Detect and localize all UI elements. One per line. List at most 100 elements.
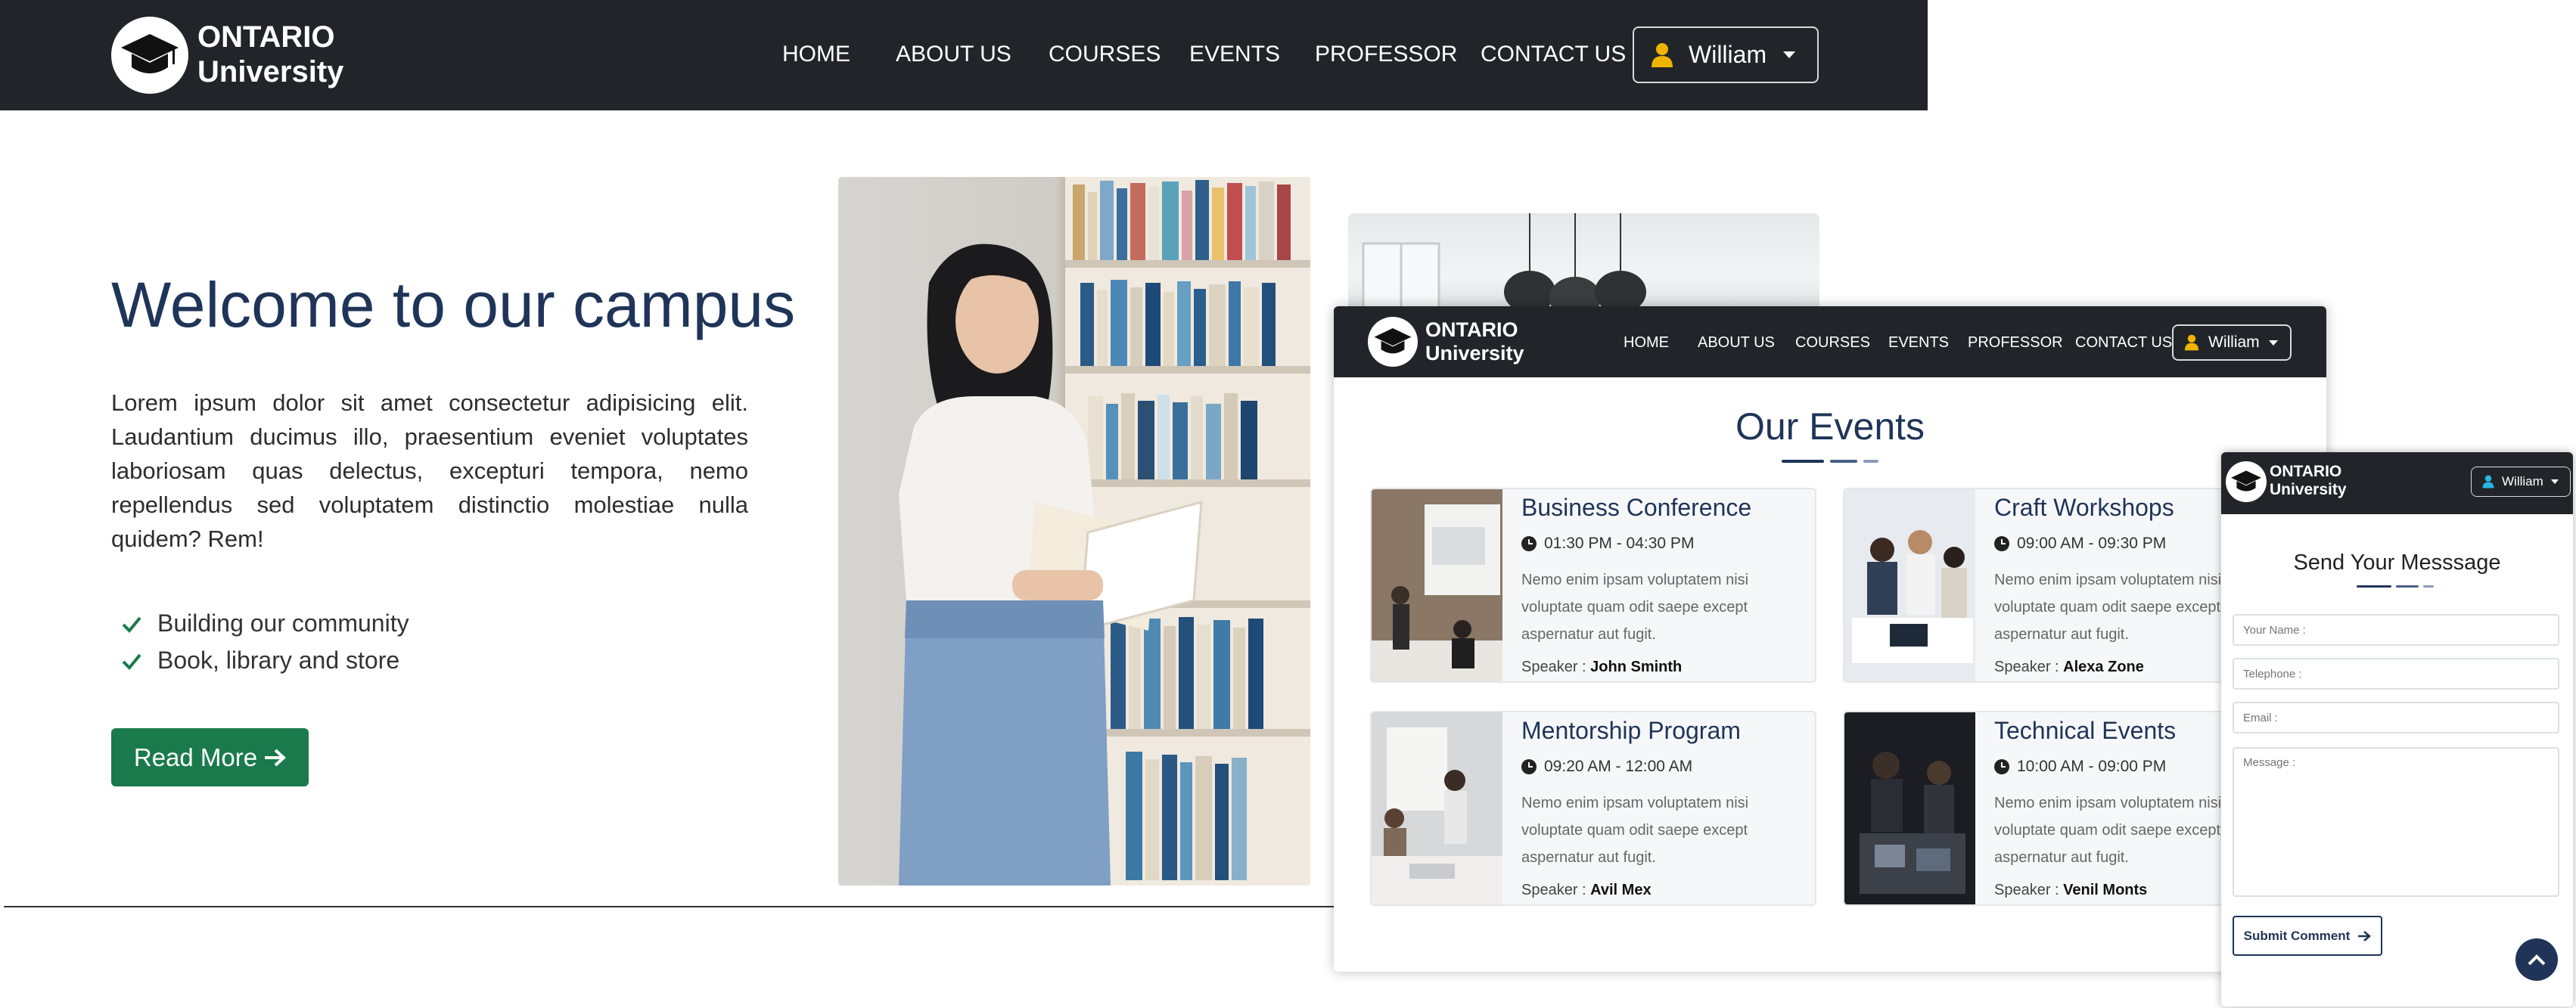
speaker-name: Avil Mex bbox=[1590, 882, 1652, 898]
event-time: 09:00 AM - 09:30 PM bbox=[1994, 535, 2166, 553]
event-time-text: 09:20 AM - 12:00 AM bbox=[1544, 758, 1693, 775]
nav-about-us[interactable]: ABOUT US bbox=[1698, 334, 1775, 352]
check-icon bbox=[122, 653, 141, 670]
logo-text: ONTARIO University bbox=[197, 20, 343, 89]
events-section-title: Our Events bbox=[1735, 405, 1925, 448]
logo-text: ONTARIO University bbox=[1425, 318, 1524, 365]
technical-events-photo bbox=[1844, 712, 1975, 904]
main-navbar: ONTARIO University HOME ABOUT US COURSES… bbox=[0, 0, 1928, 110]
event-speaker: Speaker : Alexa Zone bbox=[1994, 659, 2144, 676]
background-office-photo bbox=[1348, 213, 1819, 319]
title-underline bbox=[2357, 585, 2391, 588]
name-field[interactable] bbox=[2233, 614, 2559, 646]
preview-navbar: ONTARIO University HOME ABOUT US COURSES… bbox=[1334, 306, 2326, 377]
events-page-preview: ONTARIO University HOME ABOUT US COURSES… bbox=[1334, 306, 2326, 972]
nav-professor[interactable]: PROFESSOR bbox=[1968, 334, 2063, 352]
nav-about-us[interactable]: ABOUT US bbox=[896, 42, 1011, 67]
user-dropdown-button[interactable]: William bbox=[2471, 467, 2571, 497]
event-title[interactable]: Mentorship Program bbox=[1521, 717, 1741, 745]
title-underline bbox=[2423, 585, 2434, 588]
nav-contact-us[interactable]: CONTACT US bbox=[1481, 42, 1626, 67]
title-underline bbox=[1863, 460, 1878, 463]
user-icon bbox=[1652, 42, 1673, 67]
nav-courses[interactable]: COURSES bbox=[1049, 42, 1161, 67]
event-title[interactable]: Technical Events bbox=[1994, 717, 2176, 745]
user-name: William bbox=[2502, 474, 2543, 488]
event-time-text: 01:30 PM - 04:30 PM bbox=[1544, 535, 1695, 552]
chevron-up-icon bbox=[2528, 954, 2546, 966]
brand-line-1: ONTARIO bbox=[1425, 318, 1518, 341]
event-speaker: Speaker : John Sminth bbox=[1521, 659, 1682, 676]
craft-workshops-photo bbox=[1844, 489, 1975, 681]
event-time: 01:30 PM - 04:30 PM bbox=[1521, 535, 1694, 553]
scroll-to-top-button[interactable] bbox=[2515, 938, 2558, 981]
event-description: Nemo enim ipsam voluptatem nisi voluptat… bbox=[1521, 795, 1749, 866]
speaker-name: Alexa Zone bbox=[2063, 659, 2144, 675]
feature-label: Building our community bbox=[157, 609, 409, 637]
event-description: Nemo enim ipsam voluptatem nisi voluptat… bbox=[1521, 572, 1749, 643]
event-speaker: Speaker : Avil Mex bbox=[1521, 882, 1652, 899]
arrow-right-icon bbox=[2358, 930, 2372, 941]
event-title[interactable]: Craft Workshops bbox=[1994, 494, 2174, 522]
telephone-field[interactable] bbox=[2233, 658, 2559, 690]
nav-home[interactable]: HOME bbox=[1624, 334, 1669, 352]
feature-label: Book, library and store bbox=[157, 647, 400, 674]
clock-icon bbox=[1994, 536, 2009, 551]
hero-title: Welcome to our campus bbox=[111, 269, 796, 340]
speaker-label: Speaker : bbox=[1994, 659, 2059, 675]
student-library-photo bbox=[838, 177, 1310, 885]
event-time-text: 09:00 AM - 09:30 PM bbox=[2017, 535, 2167, 552]
nav-courses[interactable]: COURSES bbox=[1795, 334, 1870, 352]
speaker-name: Venil Monts bbox=[2063, 882, 2148, 898]
preview-navbar: ONTARIO University William bbox=[2221, 452, 2573, 514]
brand-line-1: ONTARIO bbox=[2270, 463, 2342, 480]
user-dropdown-button[interactable]: William bbox=[1633, 26, 1819, 83]
graduation-cap-icon bbox=[121, 34, 179, 73]
read-more-button[interactable]: Read More bbox=[111, 728, 309, 786]
event-card[interactable]: Mentorship Program 09:20 AM - 12:00 AM N… bbox=[1370, 711, 1816, 906]
contact-form-preview: ONTARIO University William Send Your Mes… bbox=[2221, 452, 2573, 1006]
user-icon bbox=[2184, 334, 2199, 351]
graduation-cap-icon bbox=[2231, 470, 2261, 492]
clock-icon bbox=[1994, 759, 2009, 774]
feature-item: Book, library and store bbox=[121, 647, 399, 675]
message-field[interactable] bbox=[2233, 747, 2559, 897]
event-card[interactable]: Business Conference 01:30 PM - 04:30 PM … bbox=[1370, 488, 1816, 683]
contact-form-title: Send Your Messsage bbox=[2293, 551, 2501, 575]
email-field[interactable] bbox=[2233, 702, 2559, 734]
user-dropdown-button[interactable]: William bbox=[2172, 324, 2292, 361]
arrow-right-icon bbox=[265, 749, 287, 766]
event-time: 10:00 AM - 09:00 PM bbox=[1994, 758, 2166, 776]
submit-label: Submit Comment bbox=[2243, 928, 2351, 943]
event-time: 09:20 AM - 12:00 AM bbox=[1521, 758, 1692, 776]
university-logo[interactable] bbox=[1368, 317, 1418, 367]
bookshelf-illustration bbox=[899, 177, 1310, 885]
university-logo[interactable] bbox=[111, 17, 188, 94]
read-more-label: Read More bbox=[133, 743, 258, 771]
brand-line-2: University bbox=[2270, 481, 2347, 499]
event-title[interactable]: Business Conference bbox=[1521, 494, 1751, 522]
chevron-down-icon bbox=[2550, 479, 2559, 484]
logo-text: ONTARIO University bbox=[2270, 463, 2347, 499]
clock-icon bbox=[1521, 536, 1537, 551]
brand-line-1: ONTARIO bbox=[197, 20, 335, 54]
speaker-label: Speaker : bbox=[1521, 659, 1586, 675]
nav-contact-us[interactable]: CONTACT US bbox=[2075, 334, 2172, 352]
chevron-down-icon bbox=[2268, 340, 2278, 346]
nav-events[interactable]: EVENTS bbox=[1888, 334, 1949, 352]
section-divider bbox=[4, 906, 1335, 907]
title-underline bbox=[2396, 585, 2419, 588]
speaker-label: Speaker : bbox=[1521, 882, 1586, 898]
graduation-cap-icon bbox=[1374, 328, 1412, 354]
title-underline bbox=[1782, 460, 1824, 463]
university-logo[interactable] bbox=[2226, 461, 2267, 502]
speaker-label: Speaker : bbox=[1994, 882, 2059, 898]
nav-events[interactable]: EVENTS bbox=[1189, 42, 1280, 67]
nav-professor[interactable]: PROFESSOR bbox=[1315, 42, 1457, 67]
nav-home[interactable]: HOME bbox=[782, 42, 850, 67]
mentorship-program-photo bbox=[1372, 712, 1502, 904]
brand-line-2: University bbox=[1425, 342, 1524, 365]
title-underline bbox=[1830, 460, 1857, 463]
submit-comment-button[interactable]: Submit Comment bbox=[2233, 916, 2382, 956]
chevron-down-icon bbox=[1783, 51, 1796, 58]
